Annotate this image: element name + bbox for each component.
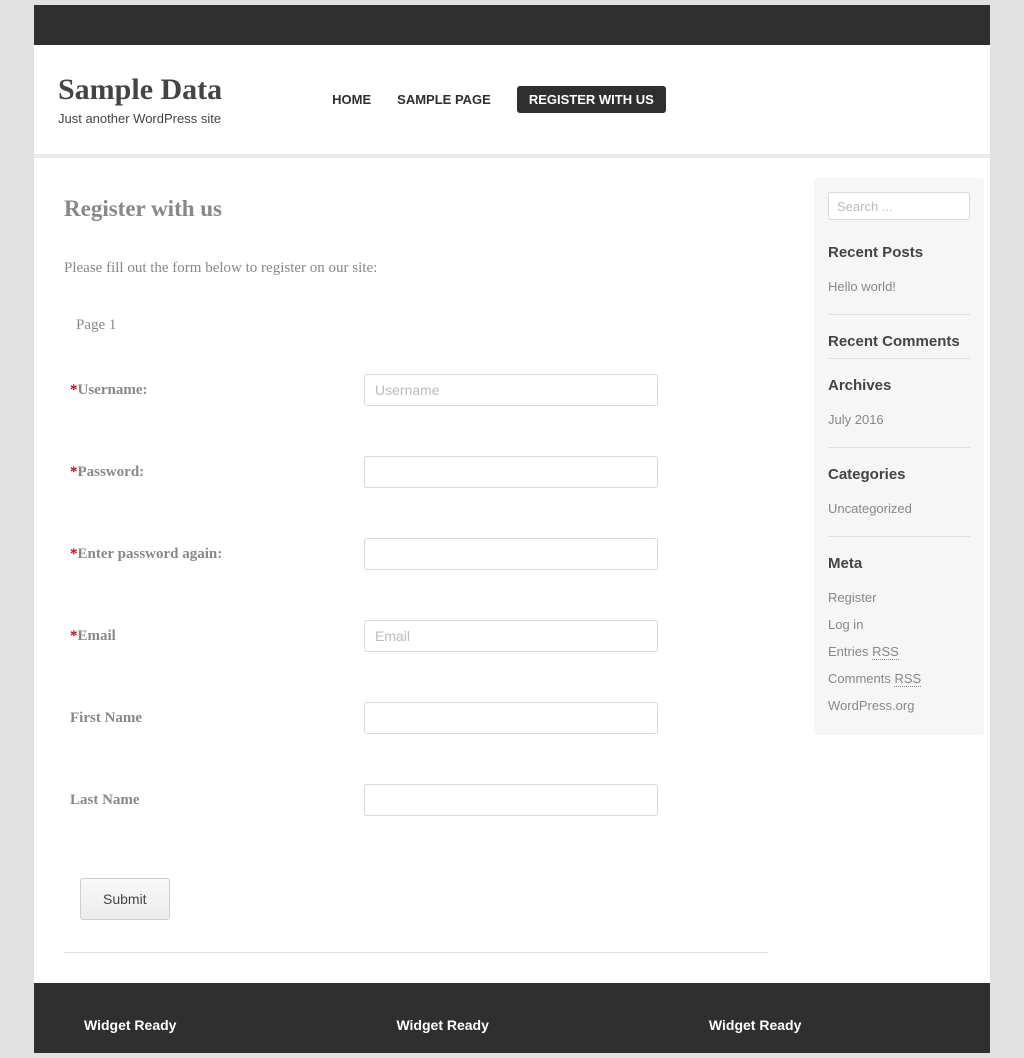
field-username-label: *Username: <box>64 382 364 399</box>
form-intro: Please fill out the form below to regist… <box>64 260 768 277</box>
meta-entries-rss-link[interactable]: Entries RSS <box>828 644 970 659</box>
footer-col-2: Widget Ready <box>396 1017 488 1033</box>
email-input[interactable] <box>364 620 658 652</box>
sidebar: Recent Posts Hello world! Recent Comment… <box>814 178 984 735</box>
widget-recent-comments: Recent Comments <box>828 333 970 359</box>
meta-wordpress-link[interactable]: WordPress.org <box>828 698 970 713</box>
page-wrapper: Sample Data Just another WordPress site … <box>34 5 990 1053</box>
footer-col-1: Widget Ready <box>84 1017 176 1033</box>
footer: Widget Ready Widget Ready Widget Ready <box>34 983 990 1053</box>
footer-col-3: Widget Ready <box>709 1017 801 1033</box>
nav-sample-page[interactable]: SAMPLE PAGE <box>397 92 491 107</box>
username-input[interactable] <box>364 374 658 406</box>
password-confirm-input[interactable] <box>364 538 658 570</box>
header-branding: Sample Data Just another WordPress site <box>34 73 222 126</box>
meta-title: Meta <box>828 555 970 572</box>
field-lastname-label: Last Name <box>64 792 364 809</box>
widget-meta: Meta Register Log in Entries RSS Comment… <box>828 555 970 721</box>
recent-comments-title: Recent Comments <box>828 333 970 350</box>
field-email-row: *Email <box>64 620 768 652</box>
site-tagline: Just another WordPress site <box>58 111 222 126</box>
page-indicator: Page 1 <box>76 317 768 334</box>
search-input[interactable] <box>828 192 970 220</box>
nav-home[interactable]: HOME <box>332 92 371 107</box>
main-content: Register with us Please fill out the for… <box>34 178 814 983</box>
site-title[interactable]: Sample Data <box>58 73 222 107</box>
categories-title: Categories <box>828 466 970 483</box>
first-name-input[interactable] <box>364 702 658 734</box>
main-nav: HOME SAMPLE PAGE REGISTER WITH US <box>332 86 666 113</box>
category-link[interactable]: Uncategorized <box>828 501 970 516</box>
main-divider <box>64 952 768 953</box>
content-area: Register with us Please fill out the for… <box>34 158 990 983</box>
archive-link[interactable]: July 2016 <box>828 412 970 427</box>
field-username-row: *Username: <box>64 374 768 406</box>
field-password-label: *Password: <box>64 464 364 481</box>
field-password-confirm-label: *Enter password again: <box>64 546 364 563</box>
recent-posts-title: Recent Posts <box>828 244 970 261</box>
field-firstname-row: First Name <box>64 702 768 734</box>
field-firstname-label: First Name <box>64 710 364 727</box>
field-lastname-row: Last Name <box>64 784 768 816</box>
widget-recent-posts: Recent Posts Hello world! <box>828 244 970 315</box>
archives-title: Archives <box>828 377 970 394</box>
recent-post-link[interactable]: Hello world! <box>828 279 970 294</box>
meta-comments-rss-link[interactable]: Comments RSS <box>828 671 970 686</box>
field-password-row: *Password: <box>64 456 768 488</box>
meta-login-link[interactable]: Log in <box>828 617 970 632</box>
field-password-confirm-row: *Enter password again: <box>64 538 768 570</box>
nav-register[interactable]: REGISTER WITH US <box>517 86 666 113</box>
widget-categories: Categories Uncategorized <box>828 466 970 537</box>
password-input[interactable] <box>364 456 658 488</box>
last-name-input[interactable] <box>364 784 658 816</box>
widget-archives: Archives July 2016 <box>828 377 970 448</box>
meta-register-link[interactable]: Register <box>828 590 970 605</box>
top-bar <box>34 5 990 45</box>
page-title: Register with us <box>64 196 768 222</box>
submit-button[interactable]: Submit <box>80 878 170 920</box>
header: Sample Data Just another WordPress site … <box>34 45 990 154</box>
field-email-label: *Email <box>64 628 364 645</box>
